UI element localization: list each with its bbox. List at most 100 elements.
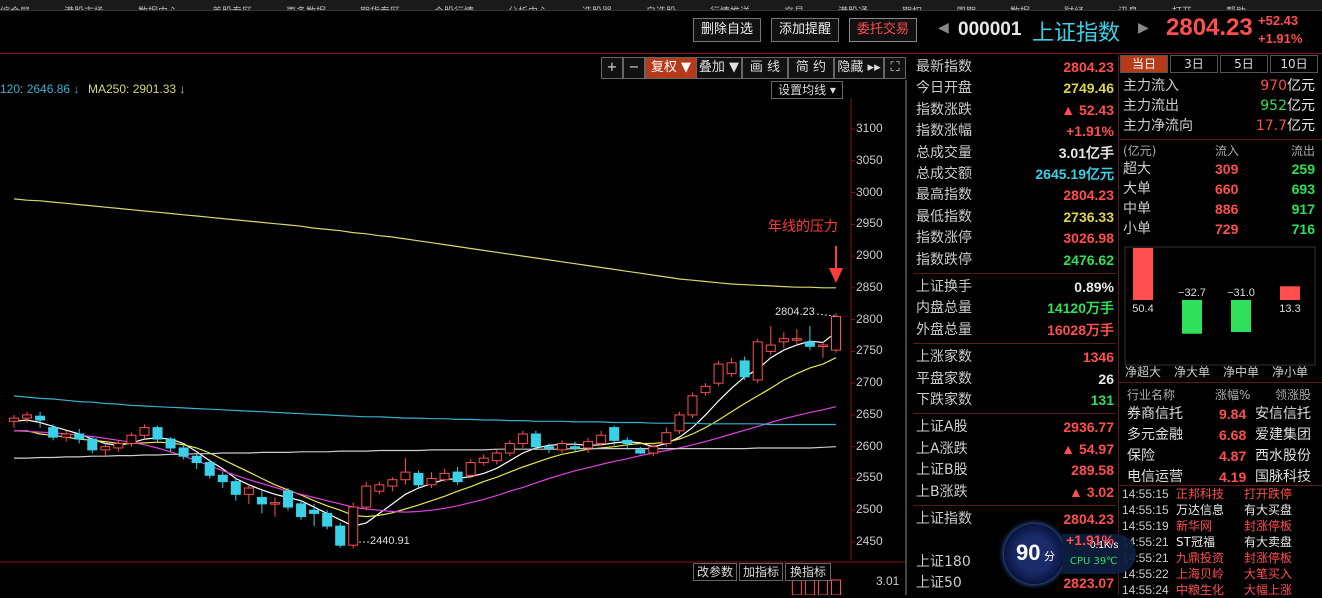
candle-body[interactable] — [778, 338, 789, 343]
industry-row[interactable]: 多元金融 6.68 爱建集团 — [1123, 425, 1315, 445]
candle-body[interactable] — [648, 446, 659, 454]
candle-body[interactable] — [478, 457, 489, 464]
add-indicator-button[interactable]: 加指标 — [739, 563, 783, 581]
change-params-button[interactable]: 改参数 — [693, 563, 737, 581]
zoom-out-button[interactable]: − — [623, 57, 645, 79]
candle-body[interactable] — [817, 344, 828, 348]
candle-body[interactable] — [296, 503, 307, 518]
candle-body[interactable] — [322, 512, 333, 527]
candle-body[interactable] — [687, 395, 698, 416]
candle-body[interactable] — [739, 360, 750, 378]
candle-body[interactable] — [530, 433, 541, 448]
candle-body[interactable] — [413, 472, 424, 486]
next-stock-icon[interactable]: ▶ — [1138, 20, 1149, 36]
alert-row[interactable]: 14:55:15 万达信息 有大买盘 — [1120, 502, 1320, 518]
candle-body[interactable] — [217, 474, 228, 483]
candle-body[interactable] — [348, 506, 359, 546]
candle-body[interactable] — [191, 455, 202, 464]
alert-row[interactable]: 14:55:15 正邦科技 打开跌停 — [1120, 486, 1320, 502]
industry-row[interactable]: 保险 4.87 西水股份 — [1123, 446, 1315, 466]
candle-body[interactable] — [230, 481, 241, 495]
candle-body[interactable] — [178, 447, 189, 457]
candle-body[interactable] — [139, 427, 150, 436]
candle-body[interactable] — [609, 427, 620, 441]
candle-body[interactable] — [335, 525, 346, 546]
candle-body[interactable] — [452, 471, 463, 483]
candle-body[interactable] — [61, 433, 72, 438]
candle-body[interactable] — [87, 438, 98, 451]
candle-body[interactable] — [596, 434, 607, 445]
info-row: 上证B股 289.58 — [916, 460, 1114, 481]
simple-mode-button[interactable]: 简 约 — [788, 57, 834, 79]
candle-body[interactable] — [374, 484, 385, 492]
candle-body[interactable] — [504, 443, 515, 454]
zoom-in-button[interactable]: + — [601, 57, 623, 79]
candle-body[interactable] — [700, 385, 711, 394]
switch-indicator-button[interactable]: 换指标 — [785, 563, 831, 581]
candle-body[interactable] — [361, 485, 372, 508]
alert-row[interactable]: 14:55:24 中粮生化 大幅上涨 — [1120, 582, 1320, 598]
candle-body[interactable] — [726, 362, 737, 375]
candle-body[interactable] — [113, 443, 124, 449]
candle-body[interactable] — [165, 438, 176, 449]
candle-body[interactable] — [100, 446, 111, 451]
industry-row[interactable]: 电信运营 4.19 国脉科技 — [1123, 467, 1315, 487]
draw-line-button[interactable]: 画 线 — [742, 57, 788, 79]
prev-stock-icon[interactable]: ◀ — [938, 20, 949, 36]
candle-body[interactable] — [9, 417, 19, 422]
flow-tab-3[interactable]: 10日 — [1270, 55, 1318, 73]
candle-body[interactable] — [439, 472, 450, 481]
candle-body[interactable] — [126, 434, 137, 445]
alert-row[interactable]: 14:55:21 ST冠福 有大卖盘 — [1120, 534, 1320, 550]
candle-body[interactable] — [269, 502, 280, 505]
industry-row[interactable]: 券商信托 9.84 安信信托 — [1123, 404, 1315, 424]
candle-body[interactable] — [804, 341, 815, 347]
flow-tab-1[interactable]: 3日 — [1170, 55, 1218, 73]
candle-body[interactable] — [570, 446, 581, 449]
candle-body[interactable] — [204, 462, 215, 476]
candle-body[interactable] — [583, 441, 594, 449]
candle-body[interactable] — [74, 433, 85, 440]
candle-body[interactable] — [283, 490, 293, 508]
candle-body[interactable] — [465, 462, 476, 476]
candle-body[interactable] — [22, 414, 33, 419]
candle-body[interactable] — [752, 341, 763, 381]
delete-favorite-button[interactable]: 删除自选 — [693, 18, 761, 42]
add-alert-button[interactable]: 添加提醒 — [771, 18, 839, 42]
overlay-menu[interactable]: 叠加 ▼ — [696, 57, 742, 79]
candle-body[interactable] — [256, 497, 267, 505]
hide-panel-button[interactable]: 隐藏 ▸▸ — [834, 57, 884, 79]
candle-body[interactable] — [831, 315, 841, 351]
info-value: +1.91% — [1066, 123, 1114, 140]
alert-row[interactable]: 14:55:21 九鼎投资 封涨停板 — [1120, 550, 1320, 566]
candle-body[interactable] — [48, 427, 59, 438]
candle-body[interactable] — [661, 432, 672, 445]
candle-body[interactable] — [543, 446, 554, 449]
candle-body[interactable] — [243, 487, 254, 495]
fullscreen-icon[interactable]: ⛶ — [884, 57, 906, 79]
kline-chart[interactable] — [0, 80, 908, 595]
candle-body[interactable] — [152, 427, 163, 440]
alert-row[interactable]: 14:55:22 上海贝岭 大笔买入 — [1120, 566, 1320, 582]
candle-body[interactable] — [35, 415, 46, 421]
candle-body[interactable] — [557, 443, 567, 451]
flow-tab-2[interactable]: 5日 — [1220, 55, 1268, 73]
panel-separator — [913, 413, 1116, 415]
flow-tab-0[interactable]: 当日 — [1120, 55, 1168, 73]
candle-body[interactable] — [491, 452, 502, 462]
candle-body[interactable] — [426, 477, 437, 486]
alert-row[interactable]: 14:55:19 新华网 封涨停板 — [1120, 518, 1320, 534]
candle-body[interactable] — [635, 449, 646, 454]
price-adjust-menu[interactable]: 复权 ▼ — [645, 57, 697, 79]
candle-body[interactable] — [400, 471, 411, 481]
candle-body[interactable] — [765, 344, 776, 352]
candle-body[interactable] — [309, 509, 320, 514]
candle-body[interactable] — [791, 338, 802, 341]
candle-body[interactable] — [713, 363, 724, 384]
candle-body[interactable] — [517, 433, 528, 445]
candle-body[interactable] — [387, 479, 398, 487]
alert-stock: 万达信息 — [1176, 503, 1225, 517]
trade-order-button[interactable]: 委托交易 — [849, 18, 917, 42]
candle-body[interactable] — [674, 414, 685, 432]
candle-body[interactable] — [622, 439, 633, 445]
